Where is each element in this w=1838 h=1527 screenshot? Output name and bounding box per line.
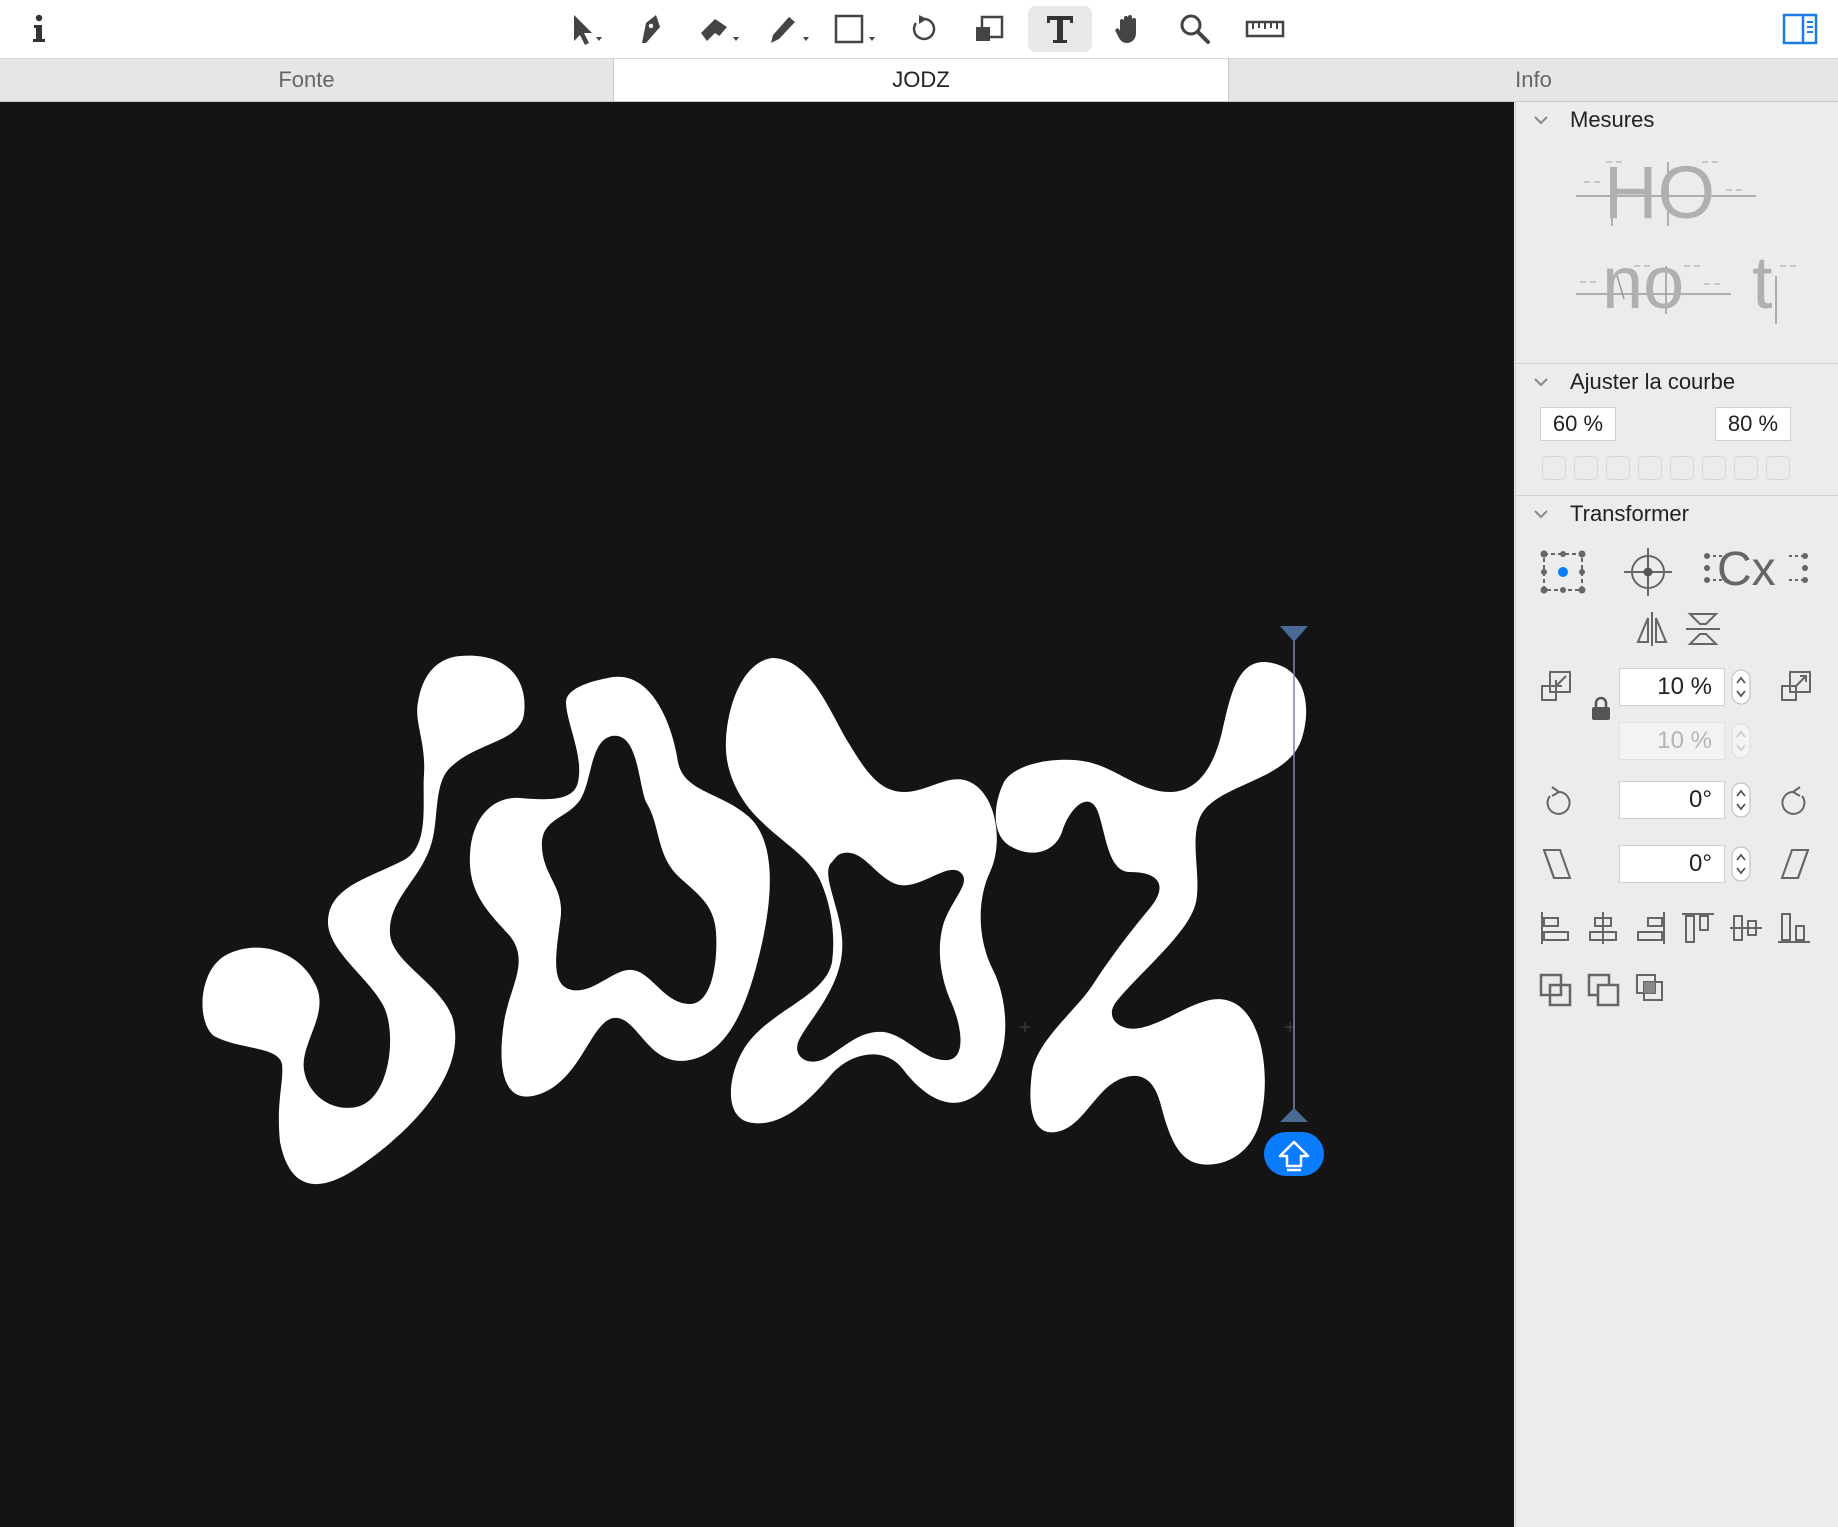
slant-angle-field[interactable]: 0° (1619, 845, 1725, 883)
curve-preset-button[interactable] (1670, 456, 1694, 480)
hand-tool-icon[interactable] (1106, 6, 1152, 52)
scale-y-field[interactable]: 10 % (1619, 722, 1725, 760)
rotate-angle-field[interactable]: 0° (1619, 781, 1725, 819)
curve-tension-left-field[interactable]: 60 % (1540, 407, 1616, 441)
select-tool-icon[interactable] (563, 6, 613, 52)
curve-preset-button[interactable] (1638, 456, 1662, 480)
chevron-down-icon (1534, 116, 1548, 125)
chevron-down-icon (1534, 378, 1548, 387)
metrics-origin-button[interactable]: Cx (1701, 546, 1811, 598)
inspector-panel: Mesures HO no t Ajuster la courbe 60 % 8… (1515, 102, 1838, 1527)
glyph-preview (202, 626, 1324, 1185)
tab-jodz[interactable]: JODZ (613, 59, 1229, 101)
lock-icon[interactable] (1590, 696, 1612, 722)
curve-preset-button[interactable] (1734, 456, 1758, 480)
align-center-horizontal-icon[interactable] (1586, 910, 1620, 946)
section-ajuster-header[interactable]: Ajuster la courbe (1516, 364, 1838, 400)
metrics-preview-bottom-right: t (1752, 241, 1773, 324)
curve-preset-button[interactable] (1542, 456, 1566, 480)
curve-tension-right-field[interactable]: 80 % (1715, 407, 1791, 441)
section-title: Mesures (1570, 107, 1655, 132)
curve-preset-button[interactable] (1606, 456, 1630, 480)
tab-fonte[interactable]: Fonte (0, 59, 613, 101)
pencil-tool-icon[interactable] (760, 6, 816, 52)
tab-label: Fonte (278, 67, 335, 92)
tab-bar: Fonte JODZ Info (0, 59, 1838, 102)
pen-tool-icon[interactable] (627, 6, 673, 52)
metrics-preview: HO no t (1576, 154, 1796, 354)
glyph-j (202, 655, 525, 1185)
scale-x-stepper[interactable] (1731, 669, 1751, 705)
slant-right-icon[interactable] (1778, 846, 1812, 882)
scale-x-field[interactable]: 10 % (1619, 668, 1725, 706)
info-icon[interactable] (22, 6, 56, 52)
align-bottom-icon[interactable] (1776, 910, 1812, 946)
scale-y-stepper[interactable] (1731, 723, 1751, 759)
rectangle-tool-icon[interactable] (828, 6, 884, 52)
sidebar-toggle-icon[interactable] (1780, 6, 1820, 52)
glyph-o (469, 676, 770, 1097)
align-right-icon[interactable] (1634, 910, 1668, 946)
subtract-icon[interactable] (1586, 972, 1622, 1010)
bounding-box-origin-icon[interactable] (1538, 548, 1588, 596)
cx-label: Cx (1717, 543, 1776, 596)
flip-vertical-icon[interactable] (1684, 610, 1722, 648)
toolbar (0, 0, 1838, 59)
metrics-preview-bottom-left: no (1602, 241, 1685, 324)
measure-tool-icon[interactable] (1240, 6, 1290, 52)
chevron-down-icon (1534, 510, 1548, 519)
eraser-tool-icon[interactable] (692, 6, 748, 52)
union-icon[interactable] (1538, 972, 1574, 1010)
zoom-tool-icon[interactable] (1172, 6, 1218, 52)
section-title: Ajuster la courbe (1570, 369, 1736, 394)
flip-horizontal-icon[interactable] (1634, 610, 1670, 648)
glyph-z (995, 662, 1307, 1165)
rotate-angle-stepper[interactable] (1731, 782, 1751, 818)
glyph-canvas[interactable] (0, 102, 1514, 1527)
scale-down-icon[interactable] (1538, 668, 1576, 706)
align-top-icon[interactable] (1680, 910, 1716, 946)
intersect-icon[interactable] (1634, 972, 1670, 1010)
tab-label: Info (1515, 67, 1552, 92)
section-transformer-header[interactable]: Transformer (1516, 496, 1838, 532)
text-tool-icon[interactable] (1028, 6, 1092, 52)
scale-tool-icon[interactable] (967, 6, 1013, 52)
slant-angle-stepper[interactable] (1731, 846, 1751, 882)
section-title: Transformer (1570, 501, 1689, 526)
slant-left-icon[interactable] (1540, 846, 1574, 882)
tab-info[interactable]: Info (1229, 59, 1838, 101)
crosshair-origin-icon[interactable] (1620, 544, 1676, 600)
scale-up-icon[interactable] (1778, 668, 1816, 706)
rotate-tool-icon[interactable] (900, 6, 946, 52)
curve-preset-button[interactable] (1702, 456, 1726, 480)
align-center-vertical-icon[interactable] (1728, 910, 1764, 946)
rotate-left-icon[interactable] (1540, 784, 1574, 820)
tab-label: JODZ (892, 67, 950, 92)
curve-preset-button[interactable] (1574, 456, 1598, 480)
metrics-preview-top: HO (1604, 151, 1715, 234)
align-left-icon[interactable] (1538, 910, 1572, 946)
curve-preset-button[interactable] (1766, 456, 1790, 480)
section-mesures-header[interactable]: Mesures (1516, 102, 1838, 138)
rotate-right-icon[interactable] (1778, 784, 1812, 820)
